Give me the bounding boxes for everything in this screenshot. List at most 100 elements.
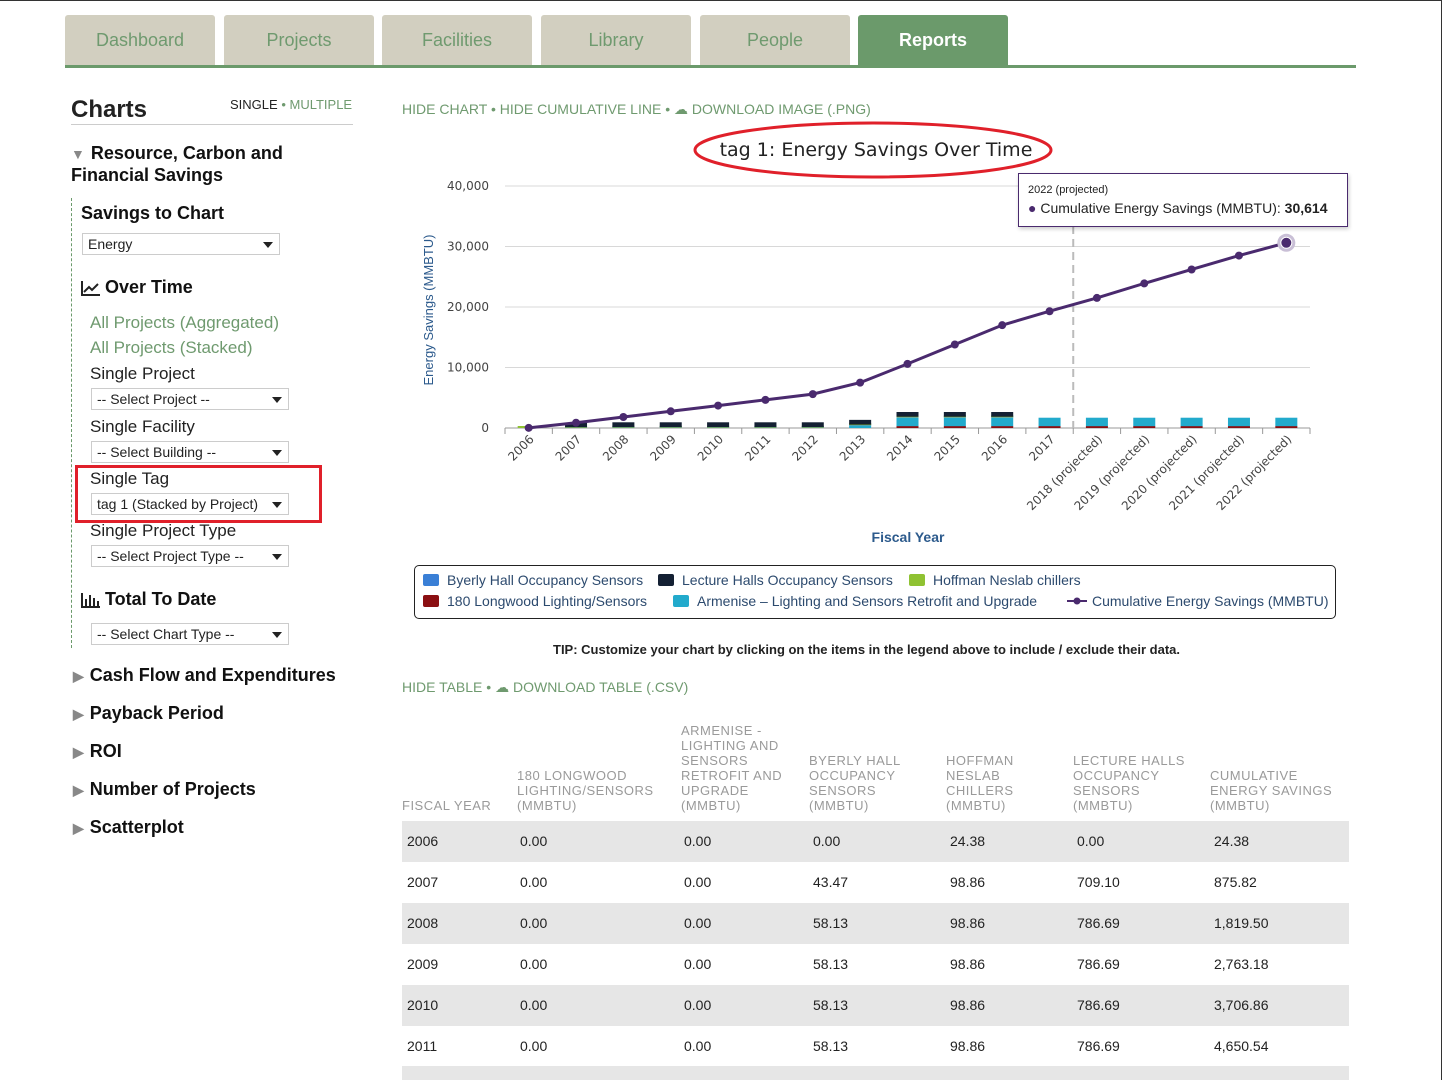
column-header: CUMULATIVE ENERGY SAVINGS (MMBTU)	[1210, 768, 1333, 813]
section-payback-period[interactable]: ▶ Payback Period	[73, 703, 224, 724]
legend-swatch	[423, 574, 439, 586]
line-point[interactable]	[572, 418, 581, 427]
table-cell: 786.69	[1077, 915, 1120, 931]
legend-item-180-longwood[interactable]: 180 Longwood Lighting/Sensors	[423, 593, 647, 609]
section-roi[interactable]: ▶ ROI	[73, 741, 122, 762]
line-point[interactable]	[524, 423, 533, 432]
bar-segment[interactable]	[896, 412, 919, 417]
y-tick-label: 0	[481, 421, 489, 435]
bar-segment[interactable]	[896, 417, 919, 427]
bar-segment[interactable]	[1180, 417, 1203, 427]
chart-mode-toggle: SINGLE • MULTIPLE	[230, 97, 353, 112]
line-point[interactable]	[714, 401, 723, 410]
line-point[interactable]	[1187, 265, 1196, 274]
tab-projects[interactable]: Projects	[224, 15, 374, 65]
bar-segment[interactable]	[1275, 417, 1298, 427]
link-all-projects-stacked[interactable]: All Projects (Stacked)	[90, 338, 253, 358]
mode-multiple[interactable]: MULTIPLE	[290, 97, 353, 112]
legend-item-lecture-halls[interactable]: Lecture Halls Occupancy Sensors	[658, 572, 893, 588]
bar-segment[interactable]	[707, 422, 730, 428]
bar-segment[interactable]	[1275, 426, 1298, 428]
table-row: 2006 0.00 0.00 0.00 24.38 0.00 24.38	[402, 821, 1349, 862]
line-point[interactable]	[1045, 307, 1054, 316]
bar-segment[interactable]	[896, 426, 919, 428]
line-point[interactable]	[1280, 236, 1293, 249]
tab-facilities[interactable]: Facilities	[382, 15, 532, 65]
legend-item-armenise[interactable]: Armenise – Lighting and Sensors Retrofit…	[673, 593, 1037, 609]
section-number-of-projects[interactable]: ▶ Number of Projects	[73, 779, 256, 800]
tab-library[interactable]: Library	[541, 15, 691, 65]
bar-segment[interactable]	[943, 426, 966, 428]
table-cell: 0.00	[520, 874, 548, 890]
line-point[interactable]	[950, 340, 959, 349]
bar-segment[interactable]	[991, 417, 1014, 427]
bar-segment[interactable]	[943, 417, 966, 427]
bar-segment[interactable]	[991, 412, 1014, 417]
line-point[interactable]	[998, 321, 1007, 330]
bar-segment[interactable]	[1085, 417, 1108, 427]
y-tick-label: 30,000	[447, 240, 489, 254]
legend-item-cumulative[interactable]: Cumulative Energy Savings (MMBTU)	[1067, 593, 1329, 609]
legend-label: Cumulative Energy Savings (MMBTU)	[1092, 593, 1329, 609]
collapsed-triangle-icon: ▶	[73, 668, 84, 684]
bar-segment[interactable]	[1227, 417, 1250, 427]
download-table-link[interactable]: DOWNLOAD TABLE (.CSV)	[513, 679, 688, 695]
legend-swatch	[658, 574, 674, 586]
mode-single[interactable]: SINGLE	[230, 97, 278, 112]
bar-segment[interactable]	[991, 426, 1014, 428]
bar-segment[interactable]	[612, 422, 635, 428]
bar-segment[interactable]	[1133, 426, 1156, 428]
line-point[interactable]	[1092, 293, 1101, 302]
line-point[interactable]	[1140, 279, 1149, 288]
table-cell: 98.86	[950, 915, 986, 931]
tab-people[interactable]: People	[700, 15, 850, 65]
line-point[interactable]	[808, 390, 817, 399]
tab-dashboard[interactable]: Dashboard	[65, 15, 215, 65]
chart-legend: Byerly Hall Occupancy Sensors Lecture Ha…	[414, 565, 1336, 619]
project-select[interactable]: -- Select Project --	[91, 388, 289, 410]
line-point[interactable]	[619, 412, 628, 421]
section-cash-flow[interactable]: ▶ Cash Flow and Expenditures	[73, 665, 336, 686]
building-select[interactable]: -- Select Building --	[91, 441, 289, 463]
bar-segment[interactable]	[754, 422, 777, 428]
bar-segment[interactable]	[1180, 426, 1203, 428]
table-cell: 2010	[407, 997, 439, 1013]
hide-cumulative-line-link[interactable]: HIDE CUMULATIVE LINE	[500, 101, 662, 117]
line-point[interactable]	[856, 378, 865, 387]
bar-segment[interactable]	[1085, 426, 1108, 428]
chart-type-select[interactable]: -- Select Chart Type --	[91, 623, 289, 645]
line-point[interactable]	[666, 407, 675, 416]
tab-reports[interactable]: Reports	[858, 15, 1008, 65]
line-point[interactable]	[1234, 251, 1243, 260]
hide-table-link[interactable]: HIDE TABLE	[402, 679, 482, 695]
x-tick-label: 2017	[1026, 432, 1057, 463]
table-row: 2007 0.00 0.00 43.47 98.86 709.10 875.82	[402, 862, 1349, 903]
bar-segment[interactable]	[1038, 417, 1061, 427]
line-point[interactable]	[761, 395, 770, 404]
table-cell: 98.86	[950, 956, 986, 972]
cumulative-line[interactable]	[528, 241, 1287, 430]
bar-segment[interactable]	[849, 425, 872, 428]
bar-segment[interactable]	[943, 412, 966, 417]
legend-item-byerly[interactable]: Byerly Hall Occupancy Sensors	[423, 572, 643, 588]
x-tick-label: 2015	[931, 432, 962, 463]
project-type-select[interactable]: -- Select Project Type --	[91, 545, 289, 567]
bar-segment[interactable]	[1038, 426, 1061, 428]
bar-segment[interactable]	[1227, 426, 1250, 428]
bar-segment[interactable]	[1133, 417, 1156, 427]
bar-segment[interactable]	[849, 419, 872, 425]
download-image-link[interactable]: DOWNLOAD IMAGE (.PNG)	[692, 101, 871, 117]
section-label: Scatterplot	[89, 817, 184, 837]
table-cell: 0.00	[684, 1038, 712, 1054]
savings-select[interactable]: Energy	[82, 233, 280, 255]
section-scatterplot[interactable]: ▶ Scatterplot	[73, 817, 184, 838]
link-all-projects-aggregated[interactable]: All Projects (Aggregated)	[90, 313, 279, 333]
bar-segment[interactable]	[659, 422, 682, 428]
table-actions: HIDE TABLE • ☁ DOWNLOAD TABLE (.CSV)	[402, 679, 689, 695]
total-to-date-heading: Total To Date	[81, 589, 216, 610]
hide-chart-link[interactable]: HIDE CHART	[402, 101, 487, 117]
line-point[interactable]	[903, 359, 912, 368]
bar-segment[interactable]	[801, 422, 824, 428]
section-resource-savings[interactable]: ▼ Resource, Carbon and Financial Savings	[71, 143, 356, 186]
legend-item-hoffman[interactable]: Hoffman Neslab chillers	[909, 572, 1081, 588]
